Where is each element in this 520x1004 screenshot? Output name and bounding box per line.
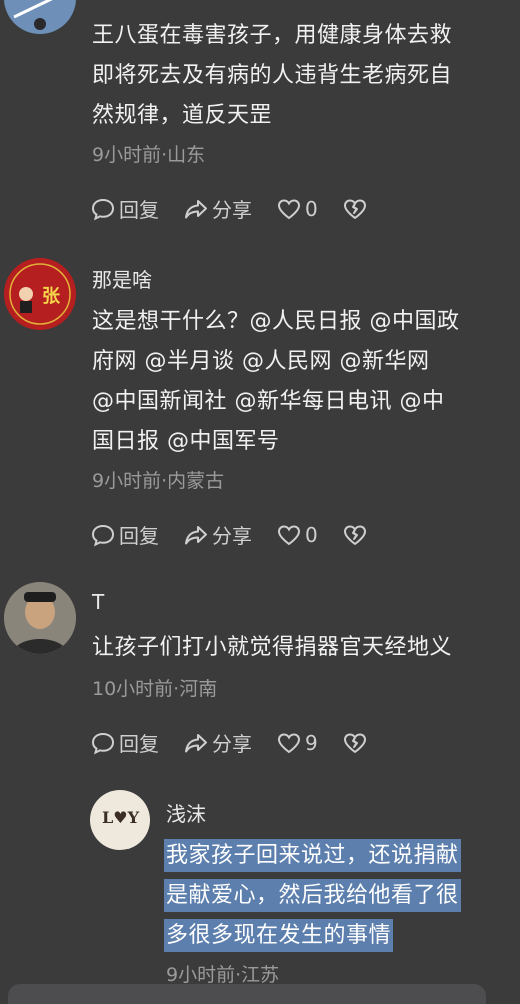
bottom-input-bar[interactable] <box>8 984 486 1004</box>
avatar-image <box>4 582 76 654</box>
share-icon <box>185 199 207 218</box>
comment-actions: 回复 分享 0 <box>90 520 395 549</box>
selected-text[interactable]: 是献爱心，然后我给他看了很 <box>164 879 461 912</box>
avatar[interactable] <box>4 0 76 34</box>
avatar[interactable]: L♥Y <box>90 790 150 850</box>
comment-meta: 9小时前·内蒙古 <box>92 470 225 492</box>
comment-text: 这是想干什么？@人民日报 @中国政 府网 @半月谈 @人民网 @新华网 @中国新… <box>92 309 460 454</box>
avatar-badge: L♥Y <box>102 808 140 827</box>
reply-button[interactable]: 回复 <box>90 194 159 223</box>
avatar-image <box>4 0 76 34</box>
avatar-image <box>4 258 76 330</box>
dislike-button[interactable] <box>342 730 371 756</box>
comment-actions: 回复 分享 0 <box>90 194 395 223</box>
comment-text: 让孩子们打小就觉得捐器官天经地义 <box>92 635 453 660</box>
comment-meta: 10小时前·河南 <box>92 678 218 700</box>
broken-heart-icon <box>343 733 366 753</box>
comment-text: 我家孩子回来说过，还说捐献 是献爱心，然后我给他看了很 多很多现在发生的事情 <box>164 836 461 956</box>
heart-icon <box>277 524 301 545</box>
comment-actions: 回复 分享 9 <box>90 728 395 757</box>
reply-button[interactable]: 回复 <box>90 520 159 549</box>
comment-meta: 9小时前·山东 <box>92 144 206 166</box>
broken-heart-icon <box>343 525 366 545</box>
heart-icon <box>277 732 301 753</box>
avatar[interactable]: 张 <box>4 258 76 330</box>
comment-meta: 9小时前·江苏 <box>166 964 280 986</box>
selected-text[interactable]: 多很多现在发生的事情 <box>164 919 394 952</box>
reply-icon <box>91 198 115 220</box>
reply-icon <box>91 732 115 754</box>
avatar-badge: 张 <box>42 286 60 307</box>
dislike-button[interactable] <box>342 522 371 548</box>
selected-text[interactable]: 我家孩子回来说过，还说捐献 <box>164 839 461 872</box>
broken-heart-icon <box>343 199 366 219</box>
share-button[interactable]: 分享 <box>183 728 252 757</box>
username[interactable]: 浅沫 <box>166 798 206 827</box>
username[interactable]: T <box>92 590 104 614</box>
share-button[interactable]: 分享 <box>183 194 252 223</box>
like-button[interactable]: 9 <box>276 730 318 756</box>
comment-text: 王八蛋在毒害孩子，用健康身体去救 即将死去及有病的人违背生老病死自 然规律，道反… <box>92 23 453 128</box>
heart-icon <box>277 198 301 219</box>
username[interactable]: 那是啥 <box>92 264 152 293</box>
reply-button[interactable]: 回复 <box>90 728 159 757</box>
share-button[interactable]: 分享 <box>183 520 252 549</box>
share-icon <box>185 733 207 752</box>
avatar[interactable] <box>4 582 76 654</box>
like-button[interactable]: 0 <box>276 196 318 222</box>
dislike-button[interactable] <box>342 196 371 222</box>
like-button[interactable]: 0 <box>276 522 318 548</box>
share-icon <box>185 525 207 544</box>
reply-icon <box>91 524 115 546</box>
